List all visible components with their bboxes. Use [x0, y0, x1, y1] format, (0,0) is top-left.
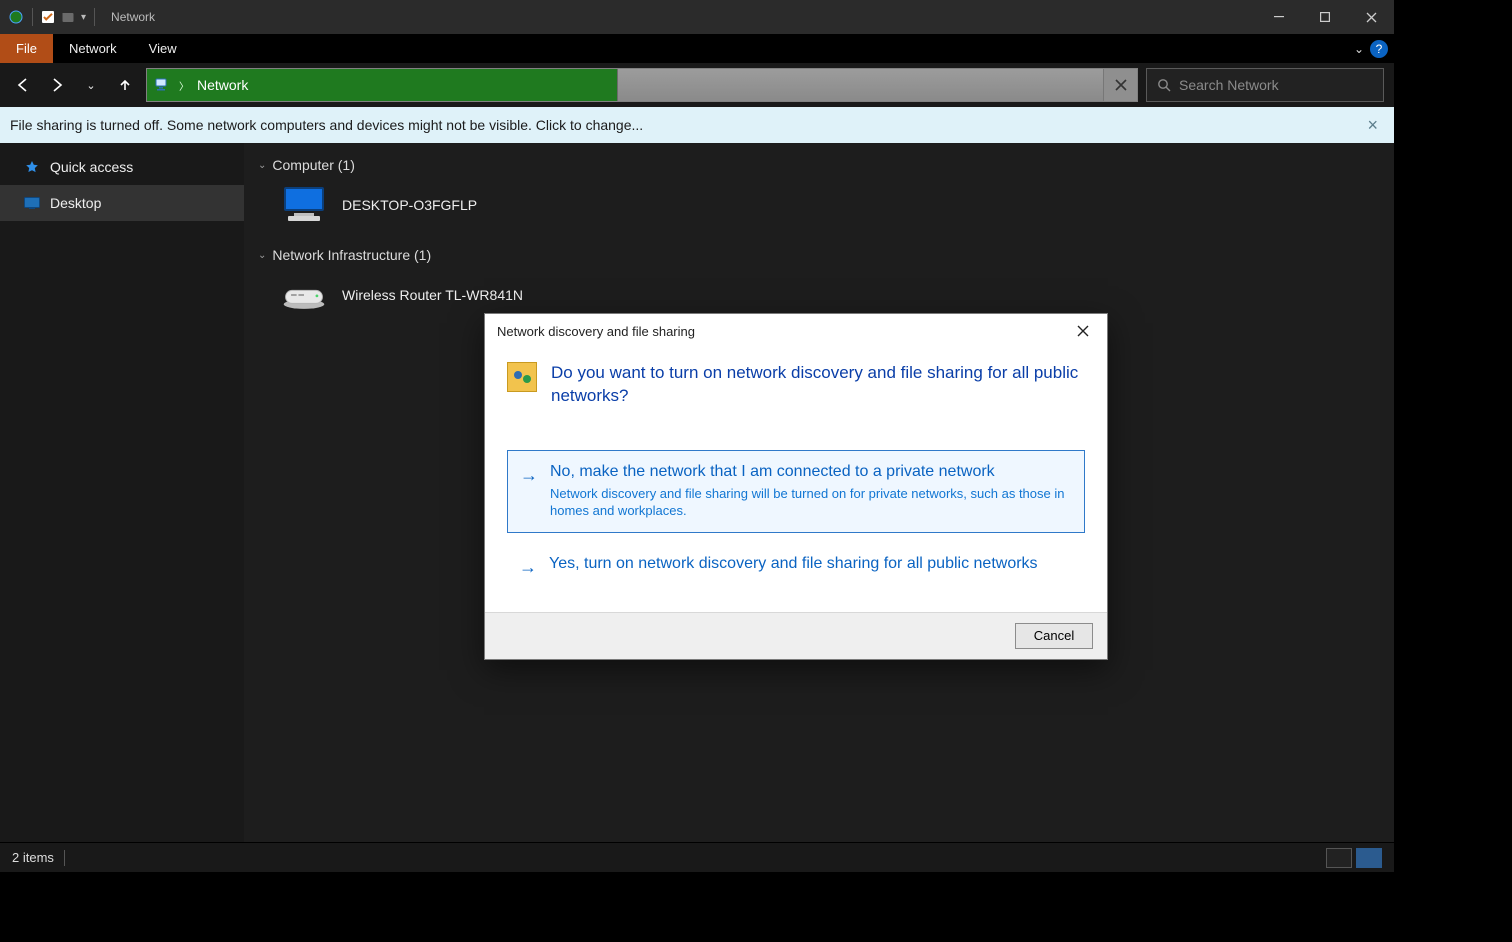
group-header-network-infra[interactable]: ⌄ Network Infrastructure (1)	[258, 243, 1380, 267]
search-icon	[1157, 78, 1171, 92]
address-segment-network[interactable]: 〉 Network	[147, 69, 617, 101]
router-icon	[280, 275, 328, 315]
chevron-right-icon: 〉	[179, 78, 189, 93]
option-title: No, make the network that I am connected…	[550, 463, 1072, 481]
maximize-button[interactable]	[1302, 0, 1348, 34]
ribbon: File Network View ⌄ ?	[0, 34, 1394, 63]
search-input[interactable]	[1179, 77, 1373, 93]
qat-properties-icon[interactable]	[41, 10, 55, 24]
group-label: Network Infrastructure (1)	[272, 247, 431, 263]
titlebar: ▾ Network	[0, 0, 1394, 34]
view-tiles-button[interactable]	[1356, 848, 1382, 868]
close-button[interactable]	[1348, 0, 1394, 34]
chevron-down-icon: ⌄	[258, 250, 266, 261]
tab-network[interactable]: Network	[53, 34, 133, 63]
search-box[interactable]	[1146, 68, 1384, 102]
minimize-button[interactable]	[1256, 0, 1302, 34]
dialog-close-button[interactable]	[1071, 321, 1095, 341]
computer-item[interactable]: DESKTOP-O3FGFLP	[258, 177, 1380, 243]
forward-button[interactable]	[44, 72, 70, 98]
ribbon-expand-icon[interactable]: ⌄	[1354, 42, 1364, 56]
computer-icon	[280, 185, 328, 225]
dialog-body: Do you want to turn on network discovery…	[485, 348, 1107, 612]
statusbar: 2 items	[0, 842, 1394, 872]
arrow-right-icon: →	[519, 557, 537, 578]
group-label: Computer (1)	[272, 157, 354, 173]
network-people-icon	[507, 362, 537, 392]
sidebar-item-desktop[interactable]: Desktop	[0, 185, 244, 221]
option-subtitle: Network discovery and file sharing will …	[550, 485, 1072, 520]
dialog-hero: Do you want to turn on network discovery…	[507, 362, 1085, 408]
explorer-window: ▾ Network File Network View ⌄ ? ⌄	[0, 0, 1394, 872]
network-discovery-dialog: Network discovery and file sharing Do yo…	[484, 313, 1108, 660]
dialog-footer: Cancel	[485, 612, 1107, 659]
infobar-close[interactable]: ×	[1361, 115, 1384, 136]
status-text: 2 items	[12, 850, 54, 865]
recent-dropdown[interactable]: ⌄	[78, 72, 104, 98]
nav-pane: Quick access Desktop	[0, 143, 244, 842]
view-details-button[interactable]	[1326, 848, 1352, 868]
option-public-network[interactable]: → Yes, turn on network discovery and fil…	[507, 543, 1085, 590]
sidebar-item-label: Quick access	[50, 159, 133, 175]
tab-file[interactable]: File	[0, 34, 53, 63]
window-title: Network	[105, 10, 155, 24]
window-controls	[1256, 0, 1394, 34]
dialog-title: Network discovery and file sharing	[497, 324, 695, 339]
chevron-down-icon: ⌄	[258, 160, 266, 171]
address-label: Network	[197, 77, 248, 93]
cancel-button[interactable]: Cancel	[1015, 623, 1093, 649]
infobar[interactable]: File sharing is turned off. Some network…	[0, 107, 1394, 143]
up-button[interactable]	[112, 72, 138, 98]
refresh-button[interactable]	[1103, 69, 1137, 101]
dialog-titlebar: Network discovery and file sharing	[485, 314, 1107, 348]
item-label: Wireless Router TL-WR841N	[342, 287, 523, 303]
desktop-icon	[24, 195, 40, 211]
app-icon	[8, 9, 24, 25]
network-icon	[155, 77, 171, 93]
dialog-options: → No, make the network that I am connect…	[507, 450, 1085, 590]
sidebar-item-label: Desktop	[50, 195, 101, 211]
back-button[interactable]	[10, 72, 36, 98]
separator	[32, 8, 33, 26]
group-header-computer[interactable]: ⌄ Computer (1)	[258, 153, 1380, 177]
option-private-network[interactable]: → No, make the network that I am connect…	[507, 450, 1085, 533]
qat: ▾	[0, 8, 105, 26]
item-label: DESKTOP-O3FGFLP	[342, 197, 477, 213]
arrow-right-icon: →	[520, 465, 538, 520]
navbar: ⌄ 〉 Network	[0, 63, 1394, 107]
address-bar[interactable]: 〉 Network	[146, 68, 1138, 102]
qat-newfolder-icon[interactable]	[61, 10, 75, 24]
help-icon[interactable]: ?	[1370, 40, 1388, 58]
star-icon	[24, 159, 40, 175]
view-switcher	[1326, 848, 1382, 868]
tab-view[interactable]: View	[133, 34, 193, 63]
qat-customize-icon[interactable]: ▾	[81, 12, 86, 23]
sidebar-item-quick-access[interactable]: Quick access	[0, 149, 244, 185]
separator	[94, 8, 95, 26]
separator	[64, 850, 65, 866]
option-title: Yes, turn on network discovery and file …	[549, 555, 1038, 573]
infobar-text: File sharing is turned off. Some network…	[10, 117, 643, 133]
dialog-hero-text: Do you want to turn on network discovery…	[551, 362, 1085, 408]
address-editable[interactable]	[617, 69, 1103, 101]
